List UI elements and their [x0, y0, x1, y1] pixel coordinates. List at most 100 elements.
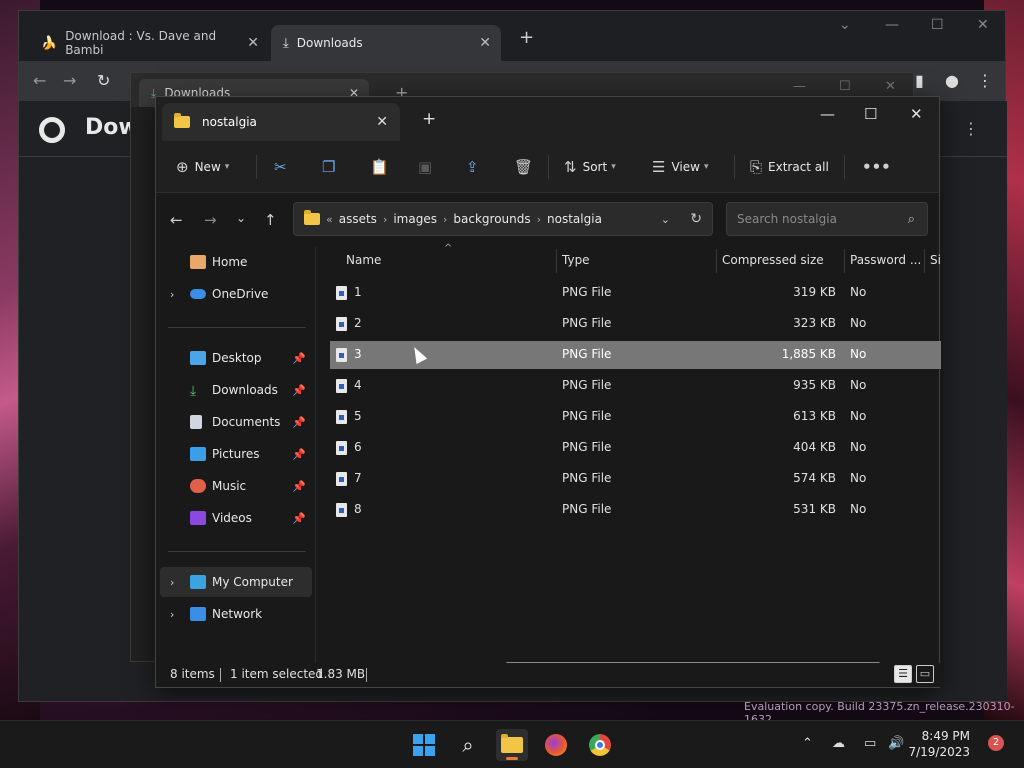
table-row[interactable]: 6 PNG File 404 KB No: [330, 434, 941, 462]
table-row[interactable]: 1 PNG File 319 KB No: [330, 279, 941, 307]
copy-button[interactable]: ❐: [322, 155, 341, 179]
crumb-backgrounds[interactable]: backgrounds: [453, 212, 530, 226]
table-row[interactable]: 5 PNG File 613 KB No: [330, 403, 941, 431]
chrome-tab-downloads[interactable]: ⤓ Downloads ✕: [271, 25, 501, 61]
chevron-right-icon[interactable]: ›: [170, 608, 174, 621]
nav-item-desktop[interactable]: Desktop 📌: [160, 343, 312, 373]
column-size[interactable]: Si: [930, 253, 941, 267]
minimize-icon[interactable]: —: [820, 105, 835, 123]
search-button[interactable]: ⌕: [452, 729, 484, 761]
tiles-view-button[interactable]: ▭: [916, 665, 934, 683]
close-icon[interactable]: ✕: [479, 35, 491, 51]
recent-chevron-icon[interactable]: ⌄: [236, 211, 246, 225]
chevron-up-icon[interactable]: ⌃: [802, 736, 813, 751]
firefox-button[interactable]: [540, 729, 572, 761]
rename-button[interactable]: ▣: [418, 155, 438, 179]
pin-icon[interactable]: 📌: [292, 352, 306, 365]
close-icon[interactable]: ✕: [977, 17, 989, 33]
nav-item-documents[interactable]: Documents 📌: [160, 407, 312, 437]
profile-icon[interactable]: ●: [945, 71, 959, 90]
table-row[interactable]: 2 PNG File 323 KB No: [330, 310, 941, 338]
chevron-down-icon[interactable]: ⌄: [839, 17, 851, 33]
pin-icon[interactable]: 📌: [292, 448, 306, 461]
sidebar-icon[interactable]: ▮: [915, 71, 924, 90]
extract-icon: ⎘: [750, 158, 763, 176]
close-icon[interactable]: ✕: [910, 105, 923, 123]
pin-icon[interactable]: 📌: [292, 512, 306, 525]
chrome-tab-download[interactable]: 🍌 Download : Vs. Dave and Bambi ✕: [29, 25, 269, 61]
paste-button[interactable]: 📋: [370, 155, 395, 179]
column-divider[interactable]: [924, 249, 925, 273]
back-icon[interactable]: ←: [170, 211, 183, 229]
back-icon[interactable]: ←: [33, 71, 46, 90]
new-button[interactable]: ⊕ New ▾: [176, 155, 229, 179]
pin-icon[interactable]: 📌: [292, 384, 306, 397]
chevron-right-icon[interactable]: ›: [170, 288, 174, 301]
new-tab-icon[interactable]: +: [519, 27, 534, 48]
reload-icon[interactable]: ↻: [97, 71, 110, 90]
nav-label: Desktop: [212, 351, 262, 365]
volume-icon[interactable]: 🔊: [888, 736, 904, 751]
details-view-button[interactable]: ☰: [894, 665, 912, 683]
tab-nostalgia[interactable]: nostalgia ✕: [162, 103, 400, 141]
nav-item-downloads[interactable]: ⤓ Downloads 📌: [160, 375, 312, 405]
crumb-assets[interactable]: assets: [339, 212, 377, 226]
column-name[interactable]: Name: [346, 253, 381, 267]
table-row[interactable]: 8 PNG File 531 KB No: [330, 496, 941, 524]
crumb-images[interactable]: images: [393, 212, 437, 226]
view-button[interactable]: ☰ View ▾: [652, 155, 708, 179]
minimize-icon[interactable]: —: [885, 17, 899, 33]
network-icon[interactable]: ▭: [864, 736, 876, 751]
pin-icon[interactable]: 📌: [292, 480, 306, 493]
column-divider[interactable]: [844, 249, 845, 273]
start-button[interactable]: [408, 729, 440, 761]
address-bar[interactable]: « assets › images › backgrounds › nostal…: [293, 202, 713, 236]
column-compressed-size[interactable]: Compressed size: [722, 253, 824, 267]
nav-item-home[interactable]: Home: [160, 247, 312, 277]
close-icon[interactable]: ✕: [376, 114, 388, 130]
share-button[interactable]: ⇪: [466, 155, 485, 179]
minimize-icon[interactable]: —: [793, 79, 806, 94]
file-type: PNG File: [562, 471, 612, 485]
column-type[interactable]: Type: [562, 253, 590, 267]
nav-item-music[interactable]: Music 📌: [160, 471, 312, 501]
cloud-off-icon[interactable]: ☁: [832, 736, 845, 751]
sort-button[interactable]: ⇅ Sort ▾: [564, 155, 616, 179]
new-tab-icon[interactable]: +: [422, 109, 436, 129]
table-row[interactable]: 4 PNG File 935 KB No: [330, 372, 941, 400]
file-explorer-button[interactable]: [496, 729, 528, 761]
more-options-button[interactable]: •••: [862, 155, 897, 179]
column-divider[interactable]: [556, 249, 557, 273]
nav-item-my-computer[interactable]: › My Computer: [160, 567, 312, 597]
nav-item-videos[interactable]: Videos 📌: [160, 503, 312, 533]
delete-button[interactable]: 🗑: [514, 155, 539, 179]
cut-button[interactable]: ✂: [274, 155, 293, 179]
nav-item-pictures[interactable]: Pictures 📌: [160, 439, 312, 469]
clock[interactable]: 8:49 PM 7/19/2023: [908, 728, 970, 760]
nav-item-network[interactable]: › Network: [160, 599, 312, 629]
maximize-icon[interactable]: ☐: [839, 79, 851, 94]
pin-icon[interactable]: 📌: [292, 416, 306, 429]
menu-icon[interactable]: ⋮: [963, 119, 979, 138]
table-row[interactable]: 7 PNG File 574 KB No: [330, 465, 941, 493]
column-password[interactable]: Password ...: [850, 253, 921, 267]
refresh-icon[interactable]: ↻: [690, 211, 702, 227]
column-divider[interactable]: [716, 249, 717, 273]
overflow-icon[interactable]: «: [326, 213, 333, 226]
chevron-right-icon[interactable]: ›: [170, 576, 174, 589]
up-icon[interactable]: ↑: [264, 211, 277, 229]
maximize-icon[interactable]: ☐: [931, 17, 944, 33]
maximize-icon[interactable]: ☐: [864, 105, 877, 123]
menu-icon[interactable]: ⋮: [977, 71, 993, 90]
crumb-nostalgia[interactable]: nostalgia: [547, 212, 602, 226]
extract-all-button[interactable]: ⎘ Extract all: [750, 155, 829, 179]
chevron-down-icon[interactable]: ⌄: [661, 213, 670, 226]
forward-icon[interactable]: →: [63, 71, 76, 90]
close-icon[interactable]: ✕: [885, 79, 896, 94]
nav-item-onedrive[interactable]: › OneDrive: [160, 279, 312, 309]
notification-badge[interactable]: 2: [988, 735, 1004, 751]
forward-icon[interactable]: →: [204, 211, 217, 229]
search-input[interactable]: Search nostalgia ⌕: [726, 202, 928, 236]
chrome-button[interactable]: [584, 729, 616, 761]
close-icon[interactable]: ✕: [247, 35, 259, 51]
